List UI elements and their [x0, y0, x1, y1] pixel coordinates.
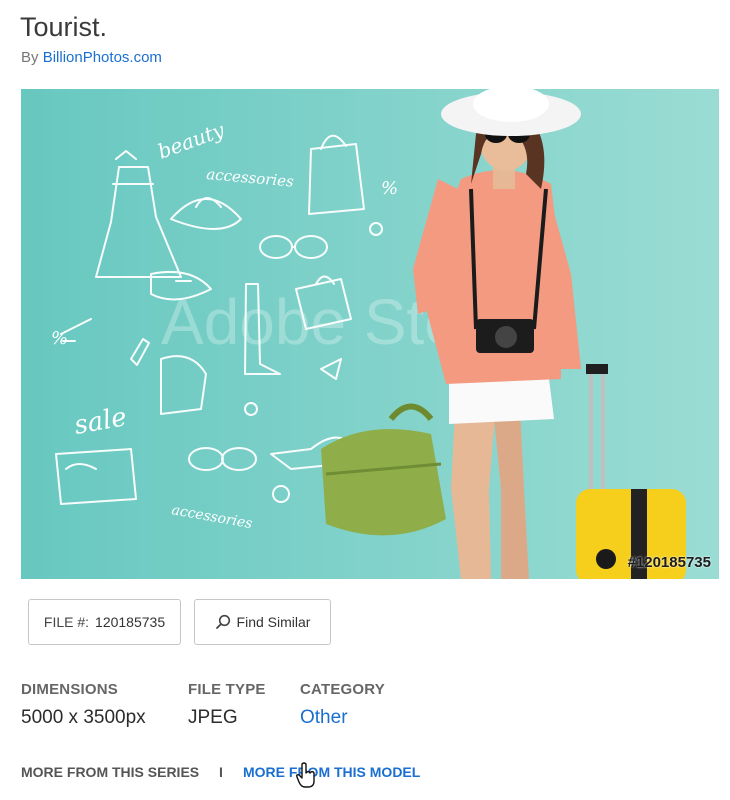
- file-type-label: FILE TYPE: [188, 681, 266, 698]
- file-number-value: 120185735: [95, 614, 166, 630]
- more-from-series-link[interactable]: MORE FROM THIS SERIES: [21, 764, 199, 780]
- photo-illustration: beauty accessories sale accessories % % …: [21, 89, 719, 579]
- file-type-value: JPEG: [188, 707, 238, 728]
- more-from-model-link[interactable]: MORE FROM THIS MODEL: [243, 764, 420, 780]
- category-link[interactable]: Other: [300, 707, 348, 729]
- byline-prefix: By: [21, 49, 39, 66]
- doodle-word-percent: %: [381, 178, 398, 199]
- page-title: Tourist.: [20, 12, 108, 42]
- image-id-watermark: #120185735: [627, 554, 711, 571]
- find-similar-button[interactable]: Find Similar: [194, 599, 331, 645]
- category-label: CATEGORY: [300, 681, 385, 698]
- dimensions-value: 5000 x 3500px: [21, 707, 146, 728]
- search-icon: [215, 614, 231, 630]
- file-number-label: FILE #:: [43, 614, 90, 630]
- stock-photo[interactable]: beauty accessories sale accessories % % …: [21, 89, 719, 579]
- author-link[interactable]: BillionPhotos.com: [43, 49, 162, 66]
- doodle-word-percent-2: %: [51, 328, 68, 349]
- file-number-button[interactable]: FILE #: 120185735: [28, 599, 181, 645]
- hand-cursor-icon: [296, 762, 316, 793]
- find-similar-label: Find Similar: [236, 614, 311, 630]
- link-separator: I: [219, 764, 223, 780]
- byline: By BillionPhotos.com: [21, 49, 162, 66]
- dimensions-label: DIMENSIONS: [21, 681, 119, 698]
